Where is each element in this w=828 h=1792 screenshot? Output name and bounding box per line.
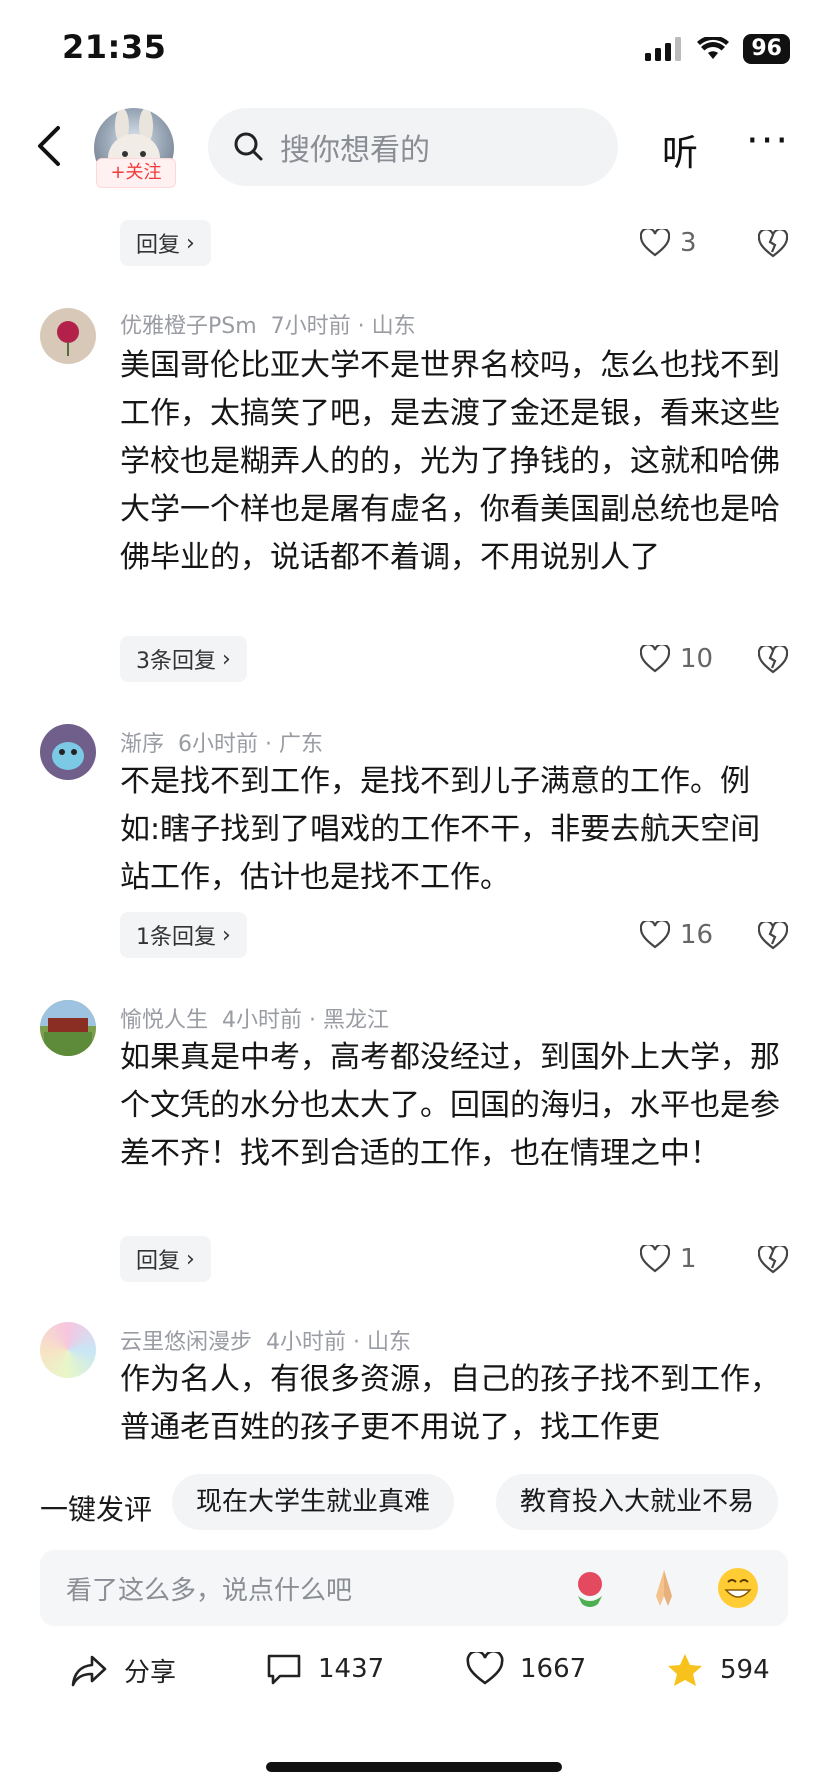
comment-text: 作为名人，有很多资源，自己的孩子找不到工作，普通老百姓的孩子更不用说了，找工作更 [120, 1362, 780, 1445]
dislike-broken-heart-icon[interactable] [758, 230, 788, 258]
comment-icon [267, 1654, 301, 1685]
reply-button[interactable]: 回复 › [120, 220, 211, 266]
comment-input[interactable]: 看了这么多，说点什么吧 [40, 1550, 788, 1626]
avatar[interactable] [40, 308, 96, 364]
likes-count: 1667 [520, 1654, 587, 1684]
reply-button[interactable]: 回复 › [120, 1236, 211, 1282]
listen-button[interactable]: 听 [662, 124, 698, 176]
comments-count: 1437 [318, 1654, 385, 1684]
heart-icon [466, 1652, 504, 1685]
like-count: 1 [680, 1244, 697, 1274]
like-count: 16 [680, 920, 714, 950]
comment-meta: 6小时前 · 广东 [178, 732, 323, 757]
like-post-button[interactable]: 1667 [466, 1652, 586, 1686]
like-count: 3 [680, 228, 697, 258]
comment-username[interactable]: 优雅橙子PSm 7小时前 · 山东 [120, 308, 416, 340]
comment-username[interactable]: 渐序 6小时前 · 广东 [120, 726, 323, 758]
search-bar[interactable]: 搜你想看的 [208, 108, 618, 186]
like-button[interactable]: 1 [640, 1244, 697, 1274]
avatar[interactable] [40, 1322, 96, 1378]
like-button[interactable]: 16 [640, 920, 713, 950]
battery-indicator: 96 [743, 34, 790, 64]
dislike-broken-heart-icon[interactable] [758, 646, 788, 674]
dislike-broken-heart-icon[interactable] [758, 922, 788, 950]
favorite-button[interactable]: 594 [666, 1652, 770, 1688]
heart-icon [640, 229, 670, 257]
grinning-emoji-icon[interactable] [716, 1566, 760, 1610]
comment-meta: 7小时前 · 山东 [270, 314, 416, 339]
like-count: 10 [680, 644, 714, 674]
comment-meta: 4小时前 · 黑龙江 [222, 1008, 389, 1033]
avatar[interactable] [40, 1000, 96, 1056]
avatar[interactable] [40, 724, 96, 780]
share-icon [71, 1655, 107, 1686]
quick-comment-option[interactable]: 现在大学生就业真难 [172, 1474, 455, 1530]
star-icon [668, 1654, 702, 1686]
comment-input-placeholder: 看了这么多，说点什么吧 [66, 1576, 353, 1606]
comment-text: 如果真是中考，高考都没经过，到国外上大学，那个文凭的水分也太大了。回国的海归，水… [120, 1040, 780, 1171]
dislike-broken-heart-icon[interactable] [758, 1246, 788, 1274]
comments-button[interactable]: 1437 [266, 1652, 384, 1686]
monster-avatar-image [52, 742, 84, 770]
praying-hands-emoji-icon[interactable] [642, 1566, 686, 1610]
like-button[interactable]: 10 [640, 644, 713, 674]
comment-username[interactable]: 愉悦人生 4小时前 · 黑龙江 [120, 1002, 389, 1034]
comment-text: 不是找不到工作，是找不到儿子满意的工作。例如:瞎子找到了唱戏的工作不干，非要去航… [120, 764, 761, 895]
search-placeholder: 搜你想看的 [280, 133, 430, 168]
comment-meta: 4小时前 · 山东 [266, 1330, 411, 1355]
signal-icon [645, 37, 682, 61]
quick-comment-label: 一键发评 [40, 1493, 153, 1526]
more-menu-button[interactable]: ··· [746, 118, 790, 164]
share-button[interactable]: 分享 [70, 1652, 176, 1689]
status-icons: 96 [645, 34, 790, 64]
home-indicator[interactable] [266, 1762, 562, 1772]
like-button[interactable]: 3 [640, 228, 697, 258]
follow-button[interactable]: +关注 [96, 158, 176, 188]
back-arrow-icon[interactable] [30, 122, 70, 170]
comment-text: 美国哥伦比亚大学不是世界名校吗，怎么也找不到工作，太搞笑了吧，是去渡了金还是银，… [120, 348, 780, 575]
view-replies-button[interactable]: 3条回复 › [120, 636, 247, 682]
heart-icon [640, 1245, 670, 1273]
wifi-icon [697, 37, 730, 59]
quick-comment-option[interactable]: 教育投入大就业不易 [496, 1474, 779, 1530]
rose-emoji-icon[interactable] [568, 1566, 612, 1610]
view-replies-button[interactable]: 1条回复 › [120, 912, 247, 958]
heart-icon [640, 645, 670, 673]
heart-icon [640, 921, 670, 949]
share-label: 分享 [124, 1658, 177, 1688]
comment-username[interactable]: 云里悠闲漫步 4小时前 · 山东 [120, 1324, 411, 1356]
favorites-count: 594 [720, 1655, 770, 1685]
status-time: 21:35 [62, 28, 167, 66]
search-icon [234, 132, 263, 161]
flower-avatar-image [57, 321, 79, 356]
gate-avatar-image [40, 1000, 96, 1056]
